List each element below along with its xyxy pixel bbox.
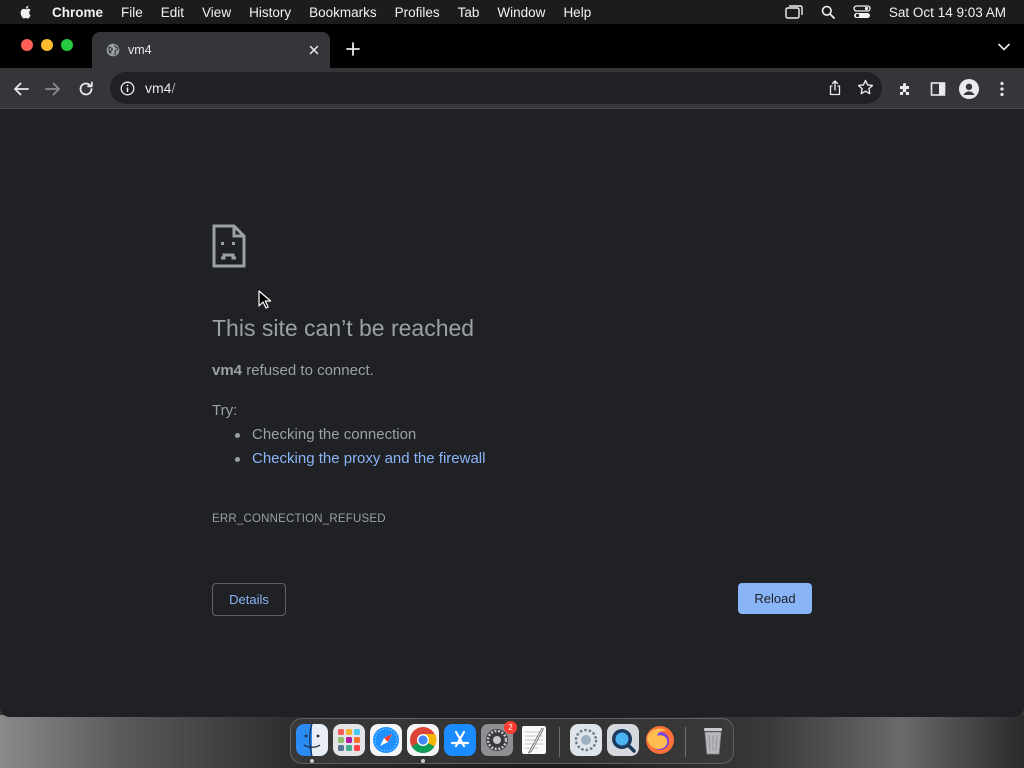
menu-file[interactable]: File — [121, 5, 143, 20]
new-tab-icon[interactable] — [345, 41, 361, 57]
textedit-icon[interactable] — [518, 724, 550, 756]
error-heading: This site can’t be reached — [212, 315, 475, 341]
forward-arrow-icon — [45, 82, 60, 96]
mouse-cursor-icon — [258, 290, 272, 309]
menu-profiles[interactable]: Profiles — [395, 5, 440, 20]
menubar-clock[interactable]: Sat Oct 14 9:03 AM — [889, 5, 1006, 20]
chrome-running-dot — [421, 759, 425, 763]
launchpad-icon[interactable] — [333, 724, 365, 756]
three-dots-vertical-icon — [1000, 81, 1004, 97]
tab-active[interactable]: vm4 — [92, 32, 330, 68]
tab-search-chevron-icon[interactable] — [998, 43, 1010, 51]
macos-dock: 2 — [290, 718, 734, 764]
finder-running-dot — [310, 759, 314, 763]
bookmark-star-icon[interactable] — [857, 79, 874, 96]
window-close-button[interactable] — [21, 39, 33, 51]
screen-mirroring-icon[interactable] — [785, 5, 803, 19]
menu-history[interactable]: History — [249, 5, 291, 20]
suggestion-check-proxy-link[interactable]: Checking the proxy and the firewall — [234, 450, 485, 474]
url-text[interactable]: vm4/ — [145, 80, 175, 96]
menu-edit[interactable]: Edit — [161, 5, 184, 20]
settings-notification-badge: 2 — [504, 721, 517, 734]
error-message-text: refused to connect. — [242, 362, 374, 379]
url-host: vm4 — [145, 80, 172, 96]
finder-icon[interactable] — [296, 724, 328, 756]
firefox-icon[interactable] — [644, 724, 676, 756]
menu-help[interactable]: Help — [563, 5, 591, 20]
tab-strip: vm4 — [0, 24, 1024, 68]
profile-button[interactable] — [959, 79, 979, 99]
error-message: vm4 refused to connect. — [212, 362, 374, 379]
menu-view[interactable]: View — [202, 5, 231, 20]
window-minimize-button[interactable] — [41, 39, 53, 51]
quicktime-icon[interactable] — [607, 724, 639, 756]
reload-toolbar-button[interactable] — [76, 79, 96, 99]
tab-close-icon[interactable] — [306, 42, 322, 58]
details-button[interactable]: Details — [212, 583, 286, 616]
menu-window[interactable]: Window — [497, 5, 545, 20]
back-arrow-icon — [14, 82, 29, 96]
sad-document-icon — [212, 224, 246, 268]
tab-title: vm4 — [128, 43, 152, 57]
spotlight-search-icon[interactable] — [821, 5, 835, 19]
reload-icon — [79, 81, 93, 96]
macos-menubar: Chrome File Edit View History Bookmarks … — [0, 0, 1024, 24]
menu-bookmarks[interactable]: Bookmarks — [309, 5, 377, 20]
side-panel-icon — [930, 82, 946, 96]
browser-toolbar: vm4/ — [0, 68, 1024, 109]
dock-separator-2 — [685, 727, 686, 757]
error-code: ERR_CONNECTION_REFUSED — [212, 513, 386, 525]
dock-separator — [559, 727, 560, 757]
share-icon[interactable] — [828, 80, 842, 96]
safari-icon[interactable] — [370, 724, 402, 756]
apple-logo-icon[interactable] — [18, 4, 34, 20]
menu-app-name[interactable]: Chrome — [52, 5, 103, 20]
chrome-menu-button[interactable] — [992, 79, 1012, 99]
extensions-button[interactable] — [896, 79, 916, 99]
url-path: / — [171, 80, 176, 96]
back-button[interactable] — [11, 79, 31, 99]
site-info-icon[interactable] — [120, 81, 135, 96]
suggestions-list: Checking the connection Checking the pro… — [234, 426, 485, 474]
control-center-icon[interactable] — [853, 5, 871, 19]
chrome-window: vm4 vm4/ This site can’t be reached vm4 … — [0, 24, 1024, 717]
suggestion-check-connection: Checking the connection — [234, 426, 485, 450]
chrome-icon[interactable] — [407, 724, 439, 756]
address-bar[interactable]: vm4/ — [110, 72, 882, 104]
try-label: Try: — [212, 402, 238, 419]
error-host: vm4 — [212, 362, 243, 379]
app-store-icon[interactable] — [444, 724, 476, 756]
trash-icon[interactable] — [697, 724, 729, 756]
forward-button[interactable] — [43, 79, 63, 99]
reload-button[interactable]: Reload — [738, 583, 812, 614]
globe-icon — [106, 43, 120, 57]
profile-avatar-icon — [959, 79, 979, 99]
error-page: This site can’t be reached vm4 refused t… — [0, 110, 1024, 717]
side-panel-button[interactable] — [928, 79, 948, 99]
menu-tab[interactable]: Tab — [458, 5, 480, 20]
puzzle-piece-icon — [900, 83, 909, 95]
window-zoom-button[interactable] — [61, 39, 73, 51]
system-settings-app[interactable]: 2 — [481, 721, 517, 756]
preview-icon[interactable] — [570, 724, 602, 756]
